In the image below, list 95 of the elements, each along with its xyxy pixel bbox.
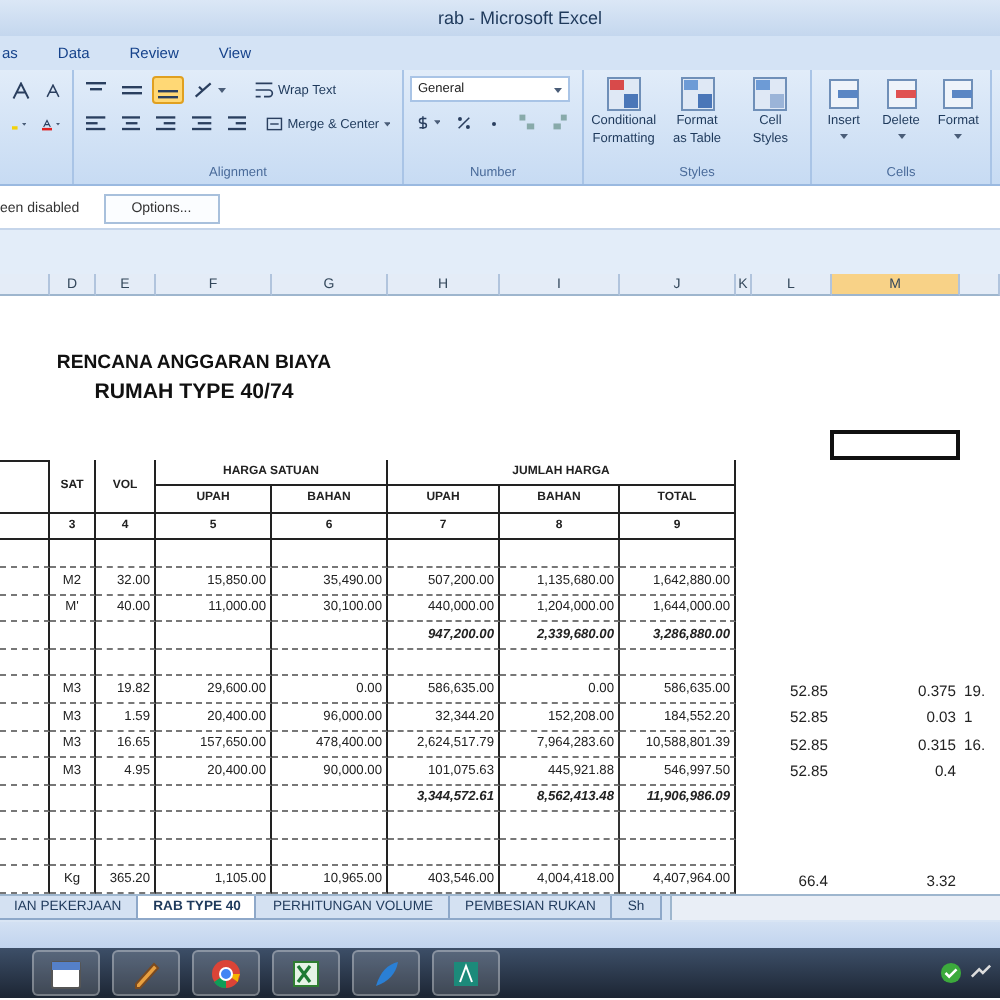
indent-icon [191, 114, 212, 134]
browser-icon [210, 957, 242, 989]
table-cell [500, 649, 620, 677]
caret-icon [839, 131, 848, 139]
table-cell [50, 839, 96, 867]
table-cell [156, 540, 272, 568]
taskbar-button[interactable] [112, 950, 180, 996]
taskbar-button[interactable] [192, 950, 260, 996]
table-grid-icon [752, 76, 789, 112]
align-left-icon [86, 114, 106, 134]
taskbar-button[interactable] [272, 950, 340, 996]
feather-icon [370, 957, 402, 989]
indent-icon [227, 114, 247, 134]
sheet-title: RUMAH TYPE 40/74 [92, 377, 296, 405]
diagonal-text-icon [194, 80, 214, 100]
table-cell [156, 785, 272, 813]
bottom-align-button[interactable] [152, 76, 184, 104]
table-cell [50, 622, 96, 650]
wrap-text-icon [254, 80, 274, 100]
spreadsheet-icon [290, 957, 322, 989]
percent-icon [456, 113, 473, 131]
decimal-icon [552, 112, 571, 132]
table-cell [50, 785, 96, 813]
table-cell [96, 649, 156, 677]
taskbar-button[interactable] [432, 950, 500, 996]
taskbar-button[interactable] [32, 950, 100, 996]
table-cell [388, 812, 500, 840]
table-cell [0, 622, 50, 650]
cells-icon [940, 76, 977, 112]
table-cell [0, 758, 50, 786]
caret-icon [433, 118, 441, 126]
table-cell [96, 812, 156, 840]
check-icon [940, 962, 962, 984]
table-cell [50, 812, 96, 840]
align-right-icon [156, 114, 176, 134]
table-cell [272, 785, 388, 813]
caret-icon [383, 120, 390, 128]
table-cell [0, 731, 50, 759]
table-cell [272, 622, 388, 650]
cells-icon [825, 76, 862, 112]
table-cell [272, 839, 388, 867]
table-cell [500, 839, 620, 867]
table-cell [0, 839, 50, 867]
small-letter-icon [46, 83, 60, 97]
table-cell [500, 540, 620, 568]
caret-icon [554, 85, 562, 93]
table-cell [272, 812, 388, 840]
caret-icon [21, 120, 26, 128]
table-cell [156, 622, 272, 650]
cells-icon [883, 76, 919, 112]
table-cell [0, 595, 50, 623]
table-cell [620, 649, 736, 677]
table-cell [156, 649, 272, 677]
active-cell[interactable] [830, 429, 960, 460]
table-cell [0, 812, 50, 840]
table-cell [388, 540, 500, 568]
table-cell [388, 649, 500, 677]
table-cell [0, 676, 50, 704]
table-cell [156, 812, 272, 840]
table-cell [0, 540, 50, 568]
caret-icon [218, 86, 226, 94]
horizontal-scrollbar[interactable] [670, 896, 1000, 920]
caret-icon [897, 131, 905, 139]
table-cell [156, 839, 272, 867]
dollar-icon [416, 112, 430, 132]
calendar-icon [50, 957, 82, 989]
table-cell [96, 540, 156, 568]
table-cell [620, 839, 736, 867]
align-center-icon [121, 114, 141, 134]
pencil-icon [130, 957, 162, 989]
table-cell [620, 812, 736, 840]
table-cell [0, 703, 50, 731]
large-letter-icon [12, 81, 30, 99]
window-title: rab - Microsoft Excel [435, 8, 603, 28]
decimal-icon [518, 112, 537, 132]
table-cell [272, 649, 388, 677]
table-cell [96, 785, 156, 813]
table-grid-icon [605, 76, 642, 112]
table-cell [620, 540, 736, 568]
table-cell [0, 567, 50, 596]
table-cell [50, 649, 96, 677]
table-cell [96, 622, 156, 650]
table-cell [0, 785, 50, 813]
table-cell [0, 649, 50, 677]
table-cell [272, 540, 388, 568]
table-cell [50, 540, 96, 568]
table-cell [388, 839, 500, 867]
sheet-title: RENCANA ANGGARAN BIAYA [54, 350, 334, 378]
table-cell [500, 812, 620, 840]
document-icon [450, 957, 482, 989]
caret-icon [954, 131, 963, 139]
align-middle-icon [122, 80, 142, 100]
table-cell [96, 839, 156, 867]
merge-cells-icon [266, 114, 284, 134]
table-grid-icon [679, 76, 715, 112]
